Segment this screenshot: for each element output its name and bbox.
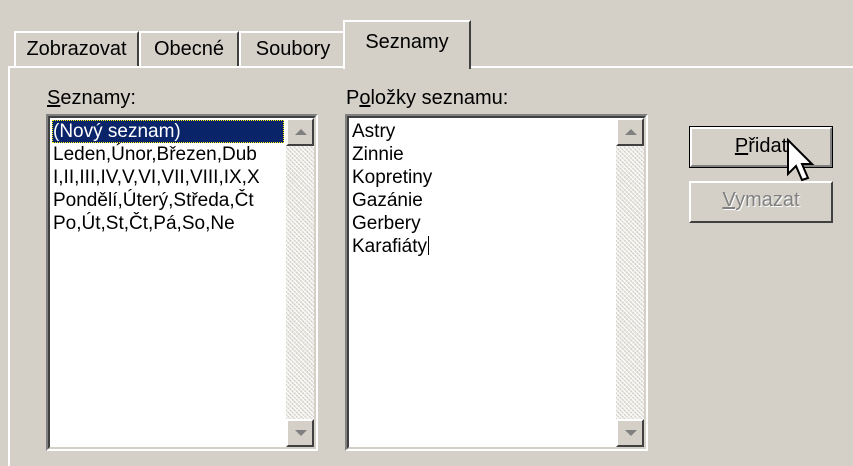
scroll-down-button[interactable]: [286, 419, 314, 447]
tab-strip: Zobrazovat Obecné Soubory Seznamy: [0, 0, 853, 70]
items-label-accel: o: [359, 87, 371, 109]
arrow-up-icon: [625, 129, 637, 135]
lists-items: (Nový seznam) Leden,Únor,Březen,Dub I,II…: [52, 120, 284, 235]
tab-obecne[interactable]: Obecné: [139, 31, 239, 66]
text-caret: [427, 236, 429, 255]
entry-line[interactable]: Zinnie: [351, 143, 614, 166]
entries-scrollbar[interactable]: [616, 118, 644, 447]
scroll-up-button[interactable]: [616, 118, 644, 146]
list-item[interactable]: (Nový seznam): [52, 120, 284, 143]
scroll-up-button[interactable]: [286, 118, 314, 146]
delete-button-accel: V: [722, 189, 736, 211]
list-item[interactable]: Po,Út,St,Čt,Pá,So,Ne: [52, 212, 284, 235]
entry-line[interactable]: Gerbery: [351, 212, 614, 235]
tab-seznamy[interactable]: Seznamy: [343, 20, 471, 69]
scroll-down-button[interactable]: [616, 419, 644, 447]
delete-button-label: ymazat: [735, 189, 800, 211]
entry-line[interactable]: Astry: [351, 120, 614, 143]
items-label: Položky seznamu:: [346, 86, 508, 110]
tab-zobrazovat[interactable]: Zobrazovat: [14, 31, 139, 66]
entry-line-last[interactable]: Karafiáty: [351, 235, 614, 258]
list-item[interactable]: Leden,Únor,Březen,Dub: [52, 143, 284, 166]
arrow-down-icon: [295, 430, 307, 436]
lists-label-text: eznamy:: [60, 87, 136, 109]
lists-scrollbar[interactable]: [286, 118, 314, 447]
add-button-accel: P: [734, 135, 749, 157]
lists-label-accel: S: [47, 87, 61, 109]
lists-label: Seznamy:: [47, 86, 136, 110]
add-button-label: řidat: [748, 135, 788, 157]
entries-textbox[interactable]: Astry Zinnie Kopretiny Gazánie Gerbery K…: [345, 114, 648, 451]
entries-items: Astry Zinnie Kopretiny Gazánie Gerbery K…: [351, 120, 614, 258]
list-item[interactable]: I,II,III,IV,V,VI,VII,VIII,IX,X: [52, 166, 284, 189]
delete-button[interactable]: Vymazat: [689, 181, 833, 223]
entry-line-text: Karafiáty: [352, 236, 427, 257]
items-label-text: ložky seznamu:: [370, 87, 509, 109]
arrow-down-icon: [625, 430, 637, 436]
lists-listbox[interactable]: (Nový seznam) Leden,Únor,Březen,Dub I,II…: [46, 114, 318, 451]
arrow-up-icon: [295, 129, 307, 135]
entry-line[interactable]: Gazánie: [351, 189, 614, 212]
list-item[interactable]: Pondělí,Úterý,Středa,Čt: [52, 189, 284, 212]
entry-line[interactable]: Kopretiny: [351, 166, 614, 189]
tab-soubory[interactable]: Soubory: [239, 31, 345, 66]
items-label-pre: P: [346, 87, 360, 109]
mouse-pointer-icon: [787, 138, 815, 182]
